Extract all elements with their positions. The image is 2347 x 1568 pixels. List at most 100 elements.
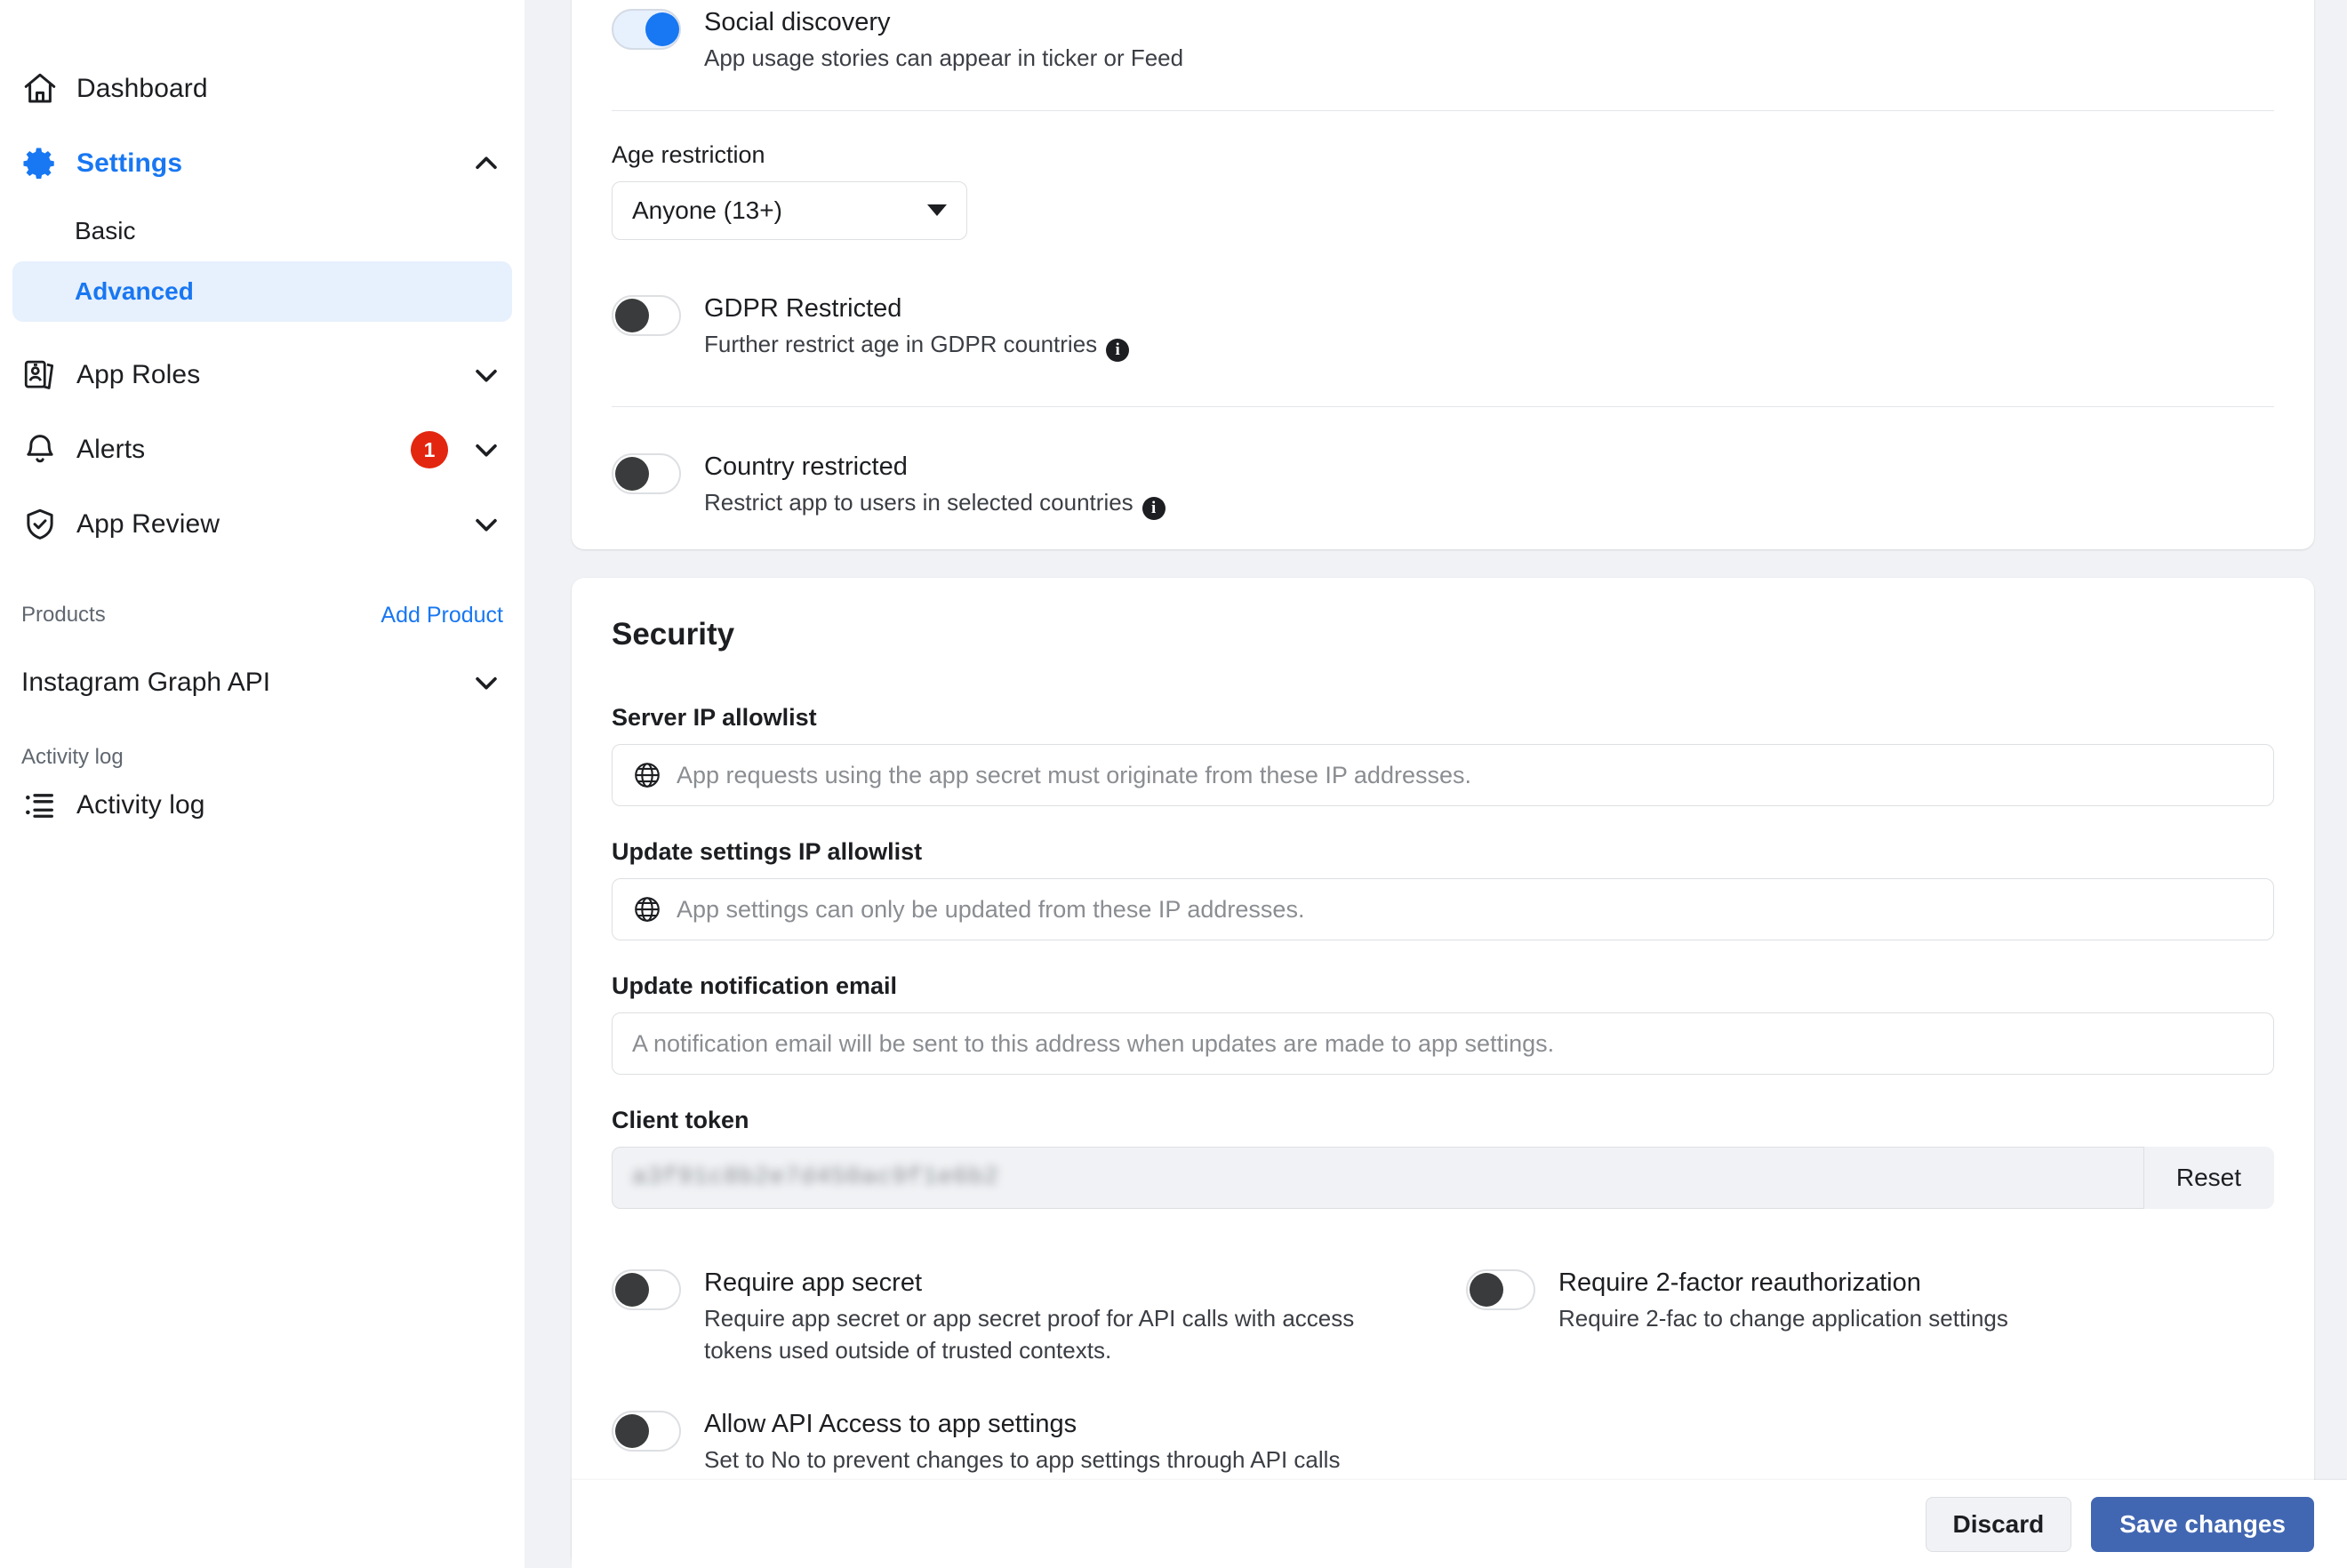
allow-api-access-desc: Set to No to prevent changes to app sett… <box>704 1446 1341 1474</box>
alerts-badge: 1 <box>411 431 448 468</box>
country-restricted-text: Country restricted Restrict app to users… <box>704 450 1165 521</box>
sidebar-app-roles-tail <box>471 360 501 390</box>
sidebar-item-alerts[interactable]: Alerts 1 <box>0 412 525 487</box>
info-icon[interactable]: i <box>1141 497 1165 521</box>
id-card-icon <box>21 356 76 394</box>
gear-icon <box>21 145 76 182</box>
action-bar: Discard Save changes <box>572 1480 2347 1568</box>
security-toggles-right: Require 2-factor reauthorization Require… <box>1420 1250 2274 1492</box>
sidebar-item-label: App Review <box>76 509 220 539</box>
country-restricted-toggle[interactable] <box>612 452 681 494</box>
sidebar-alerts-tail: 1 <box>411 431 501 468</box>
social-discovery-desc: App usage stories can appear in ticker o… <box>704 44 1184 72</box>
discard-button[interactable]: Discard <box>1925 1496 2072 1552</box>
sidebar-item-app-review[interactable]: App Review <box>0 487 525 562</box>
chevron-down-icon[interactable] <box>471 509 501 540</box>
update-settings-ip-allowlist-label: Update settings IP allowlist <box>612 838 923 865</box>
country-restricted-desc-wrap: Restrict app to users in selected countr… <box>704 487 1165 521</box>
sidebar-item-dashboard[interactable]: Dashboard <box>0 52 525 126</box>
sidebar-subitem-label: Advanced <box>75 277 194 305</box>
gdpr-restricted-desc: Further restrict age in GDPR countries <box>704 330 1098 357</box>
allow-api-access-toggle[interactable] <box>612 1410 681 1452</box>
country-restricted-row: Country restricted Restrict app to users… <box>612 434 2274 536</box>
require-app-secret-desc: Require app secret or app secret proof f… <box>704 1305 1355 1364</box>
products-label: Products <box>21 603 106 627</box>
sidebar-item-app-roles[interactable]: App Roles <box>0 338 525 412</box>
save-changes-button[interactable]: Save changes <box>2091 1496 2314 1552</box>
shield-check-icon <box>21 506 76 543</box>
info-icon[interactable]: i <box>1106 338 1130 362</box>
main-content: Social discovery App usage stories can a… <box>525 0 2347 1568</box>
gdpr-restricted-row: GDPR Restricted Further restrict age in … <box>612 276 2274 378</box>
app-root: Dashboard Settings Basic Advanced App Ro… <box>0 0 2347 1568</box>
require-app-secret-row: Require app secret Require app secret or… <box>612 1250 1420 1382</box>
sidebar-item-settings[interactable]: Settings <box>0 126 525 201</box>
client-token-row: a3f91c8b2e7d450ac9f1e6b2 Reset <box>612 1147 2274 1209</box>
age-restriction-label: Age restriction <box>612 140 765 168</box>
add-product-link[interactable]: Add Product <box>380 603 503 628</box>
sidebar-item-basic[interactable]: Basic <box>12 201 512 261</box>
list-icon <box>21 787 76 824</box>
chevron-down-icon[interactable] <box>471 360 501 390</box>
chevron-down-icon[interactable] <box>471 668 501 698</box>
divider <box>612 405 2274 407</box>
require-2fa-title: Require 2-factor reauthorization <box>1558 1268 1921 1297</box>
activity-log-section-header: Activity log <box>21 745 124 769</box>
require-app-secret-text: Require app secret Require app secret or… <box>704 1266 1420 1366</box>
server-ip-allowlist-input[interactable]: App requests using the app secret must o… <box>612 744 2274 806</box>
client-token-value: a3f91c8b2e7d450ac9f1e6b2 <box>632 1164 999 1191</box>
sidebar-product-tail <box>471 668 501 698</box>
gdpr-restricted-title: GDPR Restricted <box>704 293 902 323</box>
security-title: Security <box>612 617 735 652</box>
age-restriction-field: Age restriction Anyone (13+) <box>612 141 2274 240</box>
sidebar-subitem-label: Basic <box>75 217 136 244</box>
client-token-field[interactable]: a3f91c8b2e7d450ac9f1e6b2 <box>612 1147 2144 1209</box>
sidebar-item-label: Dashboard <box>76 74 208 103</box>
allow-api-access-title: Allow API Access to app settings <box>704 1409 1077 1438</box>
social-discovery-title: Social discovery <box>704 8 891 36</box>
allow-api-access-text: Allow API Access to app settings Set to … <box>704 1407 1340 1476</box>
sidebar-item-activity-log[interactable]: Activity log <box>0 770 525 841</box>
update-notification-email-placeholder: A notification email will be sent to thi… <box>632 1029 1555 1057</box>
security-toggles-left: Require app secret Require app secret or… <box>612 1250 1420 1492</box>
products-section-header: Products Add Product <box>0 583 525 647</box>
update-settings-ip-allowlist-input[interactable]: App settings can only be updated from th… <box>612 878 2274 940</box>
require-2fa-toggle[interactable] <box>1466 1269 1535 1310</box>
sidebar: Dashboard Settings Basic Advanced App Ro… <box>0 0 525 1568</box>
chevron-down-icon[interactable] <box>471 435 501 465</box>
allow-api-access-row: Allow API Access to app settings Set to … <box>612 1391 1420 1492</box>
gdpr-restricted-toggle[interactable] <box>612 294 681 336</box>
gdpr-restricted-text: GDPR Restricted Further restrict age in … <box>704 292 1130 362</box>
chevron-down-icon <box>927 204 947 217</box>
update-notification-email-input[interactable]: A notification email will be sent to thi… <box>612 1012 2274 1075</box>
server-ip-allowlist-label: Server IP allowlist <box>612 704 817 731</box>
social-discovery-text: Social discovery App usage stories can a… <box>704 5 1183 75</box>
age-restriction-select[interactable]: Anyone (13+) <box>612 180 967 240</box>
sidebar-item-label: Activity log <box>76 790 205 820</box>
social-discovery-toggle[interactable] <box>612 9 681 50</box>
security-toggles-grid: Require app secret Require app secret or… <box>612 1250 2274 1492</box>
require-app-secret-toggle[interactable] <box>612 1269 681 1310</box>
security-card: Security Server IP allowlist App request… <box>572 578 2314 1568</box>
reset-client-token-button[interactable]: Reset <box>2143 1147 2274 1209</box>
client-token-label: Client token <box>612 1107 749 1133</box>
server-ip-allowlist-placeholder: App requests using the app secret must o… <box>677 761 1471 788</box>
sidebar-item-label: Alerts <box>76 435 146 464</box>
update-notification-email-label: Update notification email <box>612 972 898 999</box>
country-restricted-desc: Restrict app to users in selected countr… <box>704 489 1133 516</box>
require-2fa-text: Require 2-factor reauthorization Require… <box>1558 1266 2008 1335</box>
sidebar-app-review-tail <box>471 509 501 540</box>
product-label: Instagram Graph API <box>21 668 271 697</box>
chevron-up-icon[interactable] <box>471 148 501 179</box>
update-settings-ip-allowlist-placeholder: App settings can only be updated from th… <box>677 895 1305 923</box>
sidebar-item-advanced[interactable]: Advanced <box>12 261 512 322</box>
bell-icon <box>21 431 76 468</box>
sidebar-item-instagram-graph-api[interactable]: Instagram Graph API <box>0 647 525 718</box>
sidebar-item-label: App Roles <box>76 360 201 389</box>
age-restriction-value: Anyone (13+) <box>632 196 782 224</box>
social-discovery-row: Social discovery App usage stories can a… <box>612 0 2274 91</box>
sidebar-item-label: Settings <box>76 148 183 178</box>
require-2fa-desc: Require 2-fac to change application sett… <box>1558 1305 2008 1332</box>
gdpr-restricted-desc-wrap: Further restrict age in GDPR countries i <box>704 329 1130 362</box>
require-2fa-row: Require 2-factor reauthorization Require… <box>1466 1250 2274 1351</box>
